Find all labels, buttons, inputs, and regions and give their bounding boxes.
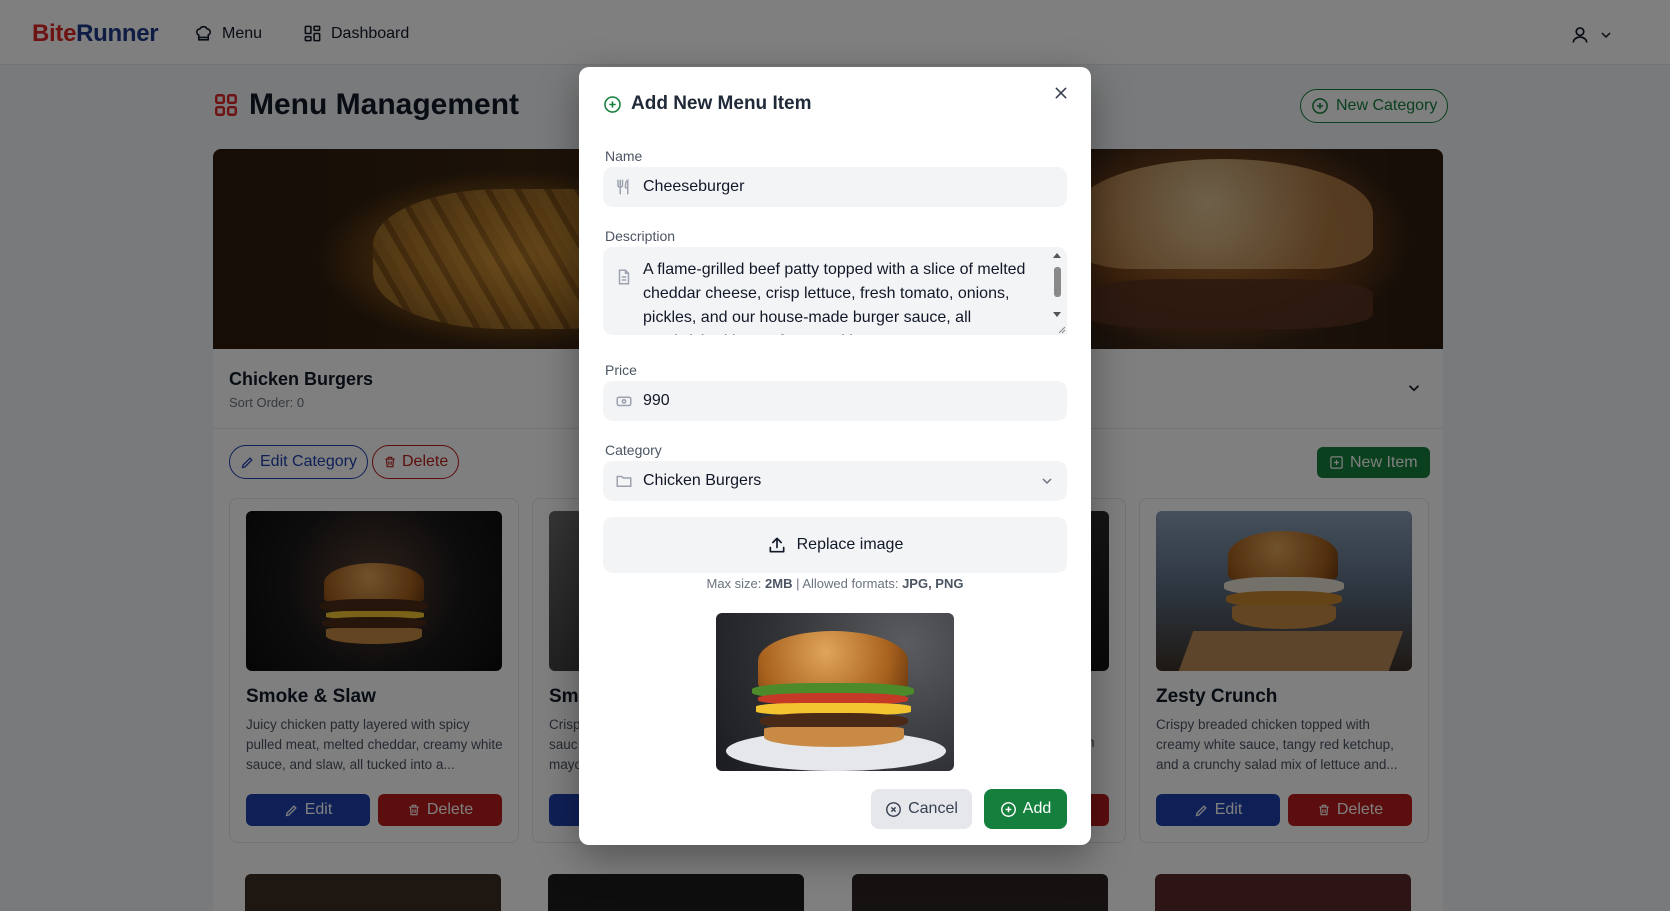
price-label: Price: [605, 362, 637, 378]
hint-size: 2MB: [765, 576, 793, 591]
plus-circle-icon: [1000, 801, 1016, 817]
add-button[interactable]: Add: [984, 789, 1067, 829]
dialog-title: Add New Menu Item: [603, 93, 812, 115]
category-select[interactable]: Chicken Burgers: [603, 461, 1067, 501]
hint-prefix: Max size:: [706, 576, 766, 591]
replace-image-button[interactable]: Replace image: [603, 517, 1067, 573]
name-label: Name: [605, 148, 643, 164]
cancel-label: Cancel: [908, 800, 958, 817]
x-circle-icon: [886, 801, 902, 817]
dialog-title-text: Add New Menu Item: [631, 93, 812, 114]
utensils-icon: [617, 179, 629, 195]
banknote-icon: [616, 396, 632, 407]
hint-middle: | Allowed formats:: [792, 576, 903, 591]
image-preview: [716, 613, 954, 771]
upload-hint: Max size: 2MB | Allowed formats: JPG, PN…: [579, 576, 1091, 591]
replace-image-label: Replace image: [796, 536, 904, 553]
add-label: Add: [1022, 800, 1052, 817]
price-field[interactable]: 990: [603, 381, 1067, 421]
close-button[interactable]: [1049, 81, 1073, 105]
category-select-value: Chicken Burgers: [643, 472, 762, 489]
textarea-scrollbar[interactable]: [1051, 251, 1063, 331]
category-label: Category: [605, 442, 662, 458]
plus-circle-icon: [604, 95, 621, 113]
hint-formats: JPG, PNG: [902, 576, 964, 591]
name-field[interactable]: Cheeseburger: [603, 167, 1067, 207]
description-label: Description: [605, 228, 676, 244]
description-textarea[interactable]: A flame-grilled beef patty topped with a…: [643, 258, 1038, 335]
name-input[interactable]: Cheeseburger: [643, 178, 744, 196]
close-icon: [1055, 87, 1067, 99]
cancel-button[interactable]: Cancel: [871, 789, 972, 829]
document-icon: [618, 269, 630, 285]
resize-handle-icon[interactable]: [1056, 324, 1066, 334]
price-input[interactable]: 990: [643, 392, 670, 410]
add-menu-item-dialog: Add New Menu Item Name Cheeseburger Desc…: [579, 67, 1091, 845]
description-field[interactable]: A flame-grilled beef patty topped with a…: [603, 247, 1067, 335]
scrollbar-thumb[interactable]: [1054, 267, 1061, 297]
upload-icon: [769, 537, 785, 553]
folder-icon: [616, 475, 632, 487]
chevron-down-icon: [1042, 478, 1052, 485]
